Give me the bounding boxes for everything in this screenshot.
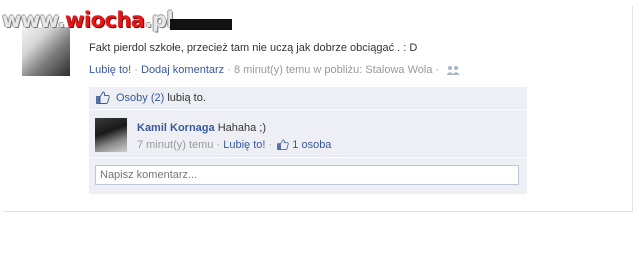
likes-count-link[interactable]: Osoby (2) <box>116 92 164 104</box>
meta-separator: · <box>227 64 231 76</box>
thumbs-up-icon <box>277 139 289 153</box>
likes-summary: Osoby (2) lubią to. <box>89 87 527 109</box>
meta-separator: · <box>134 64 138 76</box>
comment-like-link[interactable]: Lubię to! <box>223 139 265 151</box>
add-comment-link[interactable]: Dodaj komentarz <box>141 64 224 76</box>
post-like-link[interactable]: Lubię to! <box>89 64 131 76</box>
thumbs-up-icon <box>96 91 110 107</box>
post-time-location: 8 minut(y) temu w pobliżu: Stalowa Wola <box>233 64 433 76</box>
comment-meta: 7 minut(y) temu · Lubię to! · 1 osoba <box>137 139 331 153</box>
comment-line: Kamil Kornaga Hahaha ;) <box>137 122 266 134</box>
meta-separator: · <box>435 64 440 76</box>
comment-item: Kamil Kornaga Hahaha ;) 7 minut(y) temu … <box>89 110 527 157</box>
commenter-avatar[interactable] <box>95 118 127 152</box>
comment-input[interactable] <box>95 165 519 185</box>
poster-avatar[interactable] <box>22 27 70 76</box>
comment-input-area <box>89 158 527 194</box>
meta-separator: · <box>216 139 221 151</box>
likes-suffix: lubią to. <box>167 92 206 104</box>
redacted-name-bar <box>170 19 232 30</box>
likes-text: Osoby (2) lubią to. <box>116 92 206 104</box>
comment-like-count[interactable]: 1 osoba <box>292 139 331 151</box>
comment-text: Hahaha ;) <box>217 122 267 134</box>
post-meta: Lubię to! · Dodaj komentarz · 8 minut(y)… <box>89 64 460 78</box>
watermark-logo: www.wiocha.pl <box>2 8 174 32</box>
meta-separator: · <box>268 139 273 151</box>
privacy-people-icon[interactable] <box>446 65 460 78</box>
post-text: Fakt pierdol szkołe, przecież tam nie uc… <box>89 42 418 54</box>
comment-author-link[interactable]: Kamil Kornaga <box>137 122 215 134</box>
comment-time: 7 minut(y) temu <box>137 139 214 151</box>
